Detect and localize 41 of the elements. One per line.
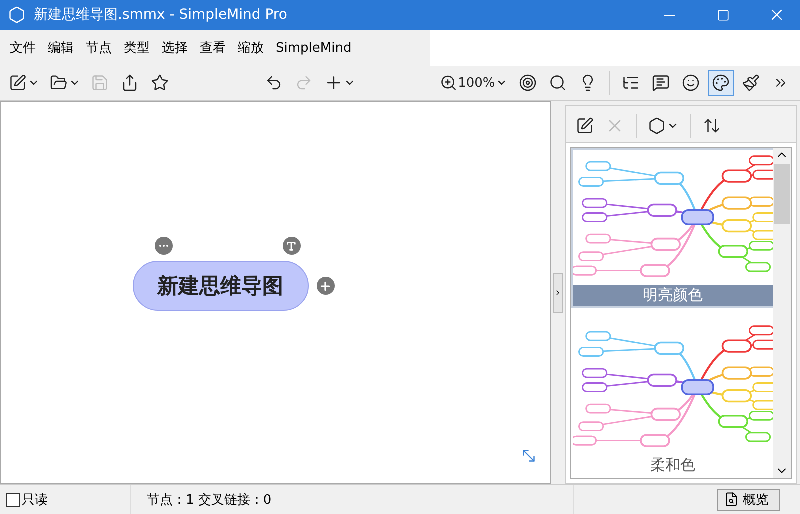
hexagon-icon xyxy=(648,117,666,135)
tree-icon xyxy=(622,74,640,92)
minimize-icon xyxy=(664,14,674,16)
scrollbar-thumb[interactable] xyxy=(774,164,790,224)
central-node[interactable]: 新建思维导图 xyxy=(132,261,309,311)
target-icon xyxy=(519,74,537,92)
note-icon xyxy=(652,74,670,92)
zoom-in-icon xyxy=(440,74,458,92)
splitter-handle[interactable] xyxy=(553,272,564,312)
menu-item[interactable]: 节点 xyxy=(80,39,118,57)
star-icon xyxy=(151,74,170,92)
node-count: 节点：1 交叉链接：0 xyxy=(147,492,272,508)
maximize-icon xyxy=(716,8,730,22)
overview-button[interactable]: 概览 xyxy=(717,488,780,510)
menu-item[interactable]: 选择 xyxy=(156,39,194,57)
brush-icon xyxy=(742,74,760,92)
palette-icon xyxy=(712,74,730,92)
add-icon[interactable] xyxy=(316,277,335,295)
pen-square-icon xyxy=(576,117,594,135)
folder-icon xyxy=(50,74,68,92)
file-search-icon xyxy=(724,492,739,507)
menu-item[interactable]: 文件 xyxy=(4,39,42,57)
undo-icon xyxy=(264,74,283,92)
menu-item[interactable]: SimpleMind xyxy=(270,40,358,56)
pen-square-icon xyxy=(9,74,27,92)
menu-item[interactable]: 编辑 xyxy=(42,39,80,57)
redo-icon xyxy=(294,74,313,92)
menu-item[interactable]: 查看 xyxy=(194,39,232,57)
smile-icon xyxy=(682,74,700,92)
palette-button[interactable] xyxy=(708,70,734,96)
search-icon xyxy=(549,74,567,92)
menu-item[interactable]: 缩放 xyxy=(232,39,270,57)
zoom-button[interactable]: 100% xyxy=(436,70,511,96)
text-style-icon[interactable] xyxy=(282,237,301,255)
sort-arrows-icon xyxy=(703,117,721,135)
window-title: 新建思维导图.smmx - SimpleMind Pro xyxy=(34,6,288,24)
readonly-checkbox[interactable]: 只读 xyxy=(6,490,48,508)
share-icon xyxy=(121,74,140,92)
more-options-icon[interactable] xyxy=(154,237,173,255)
menu-item[interactable]: 类型 xyxy=(118,39,156,57)
app-logo-icon xyxy=(8,6,26,24)
